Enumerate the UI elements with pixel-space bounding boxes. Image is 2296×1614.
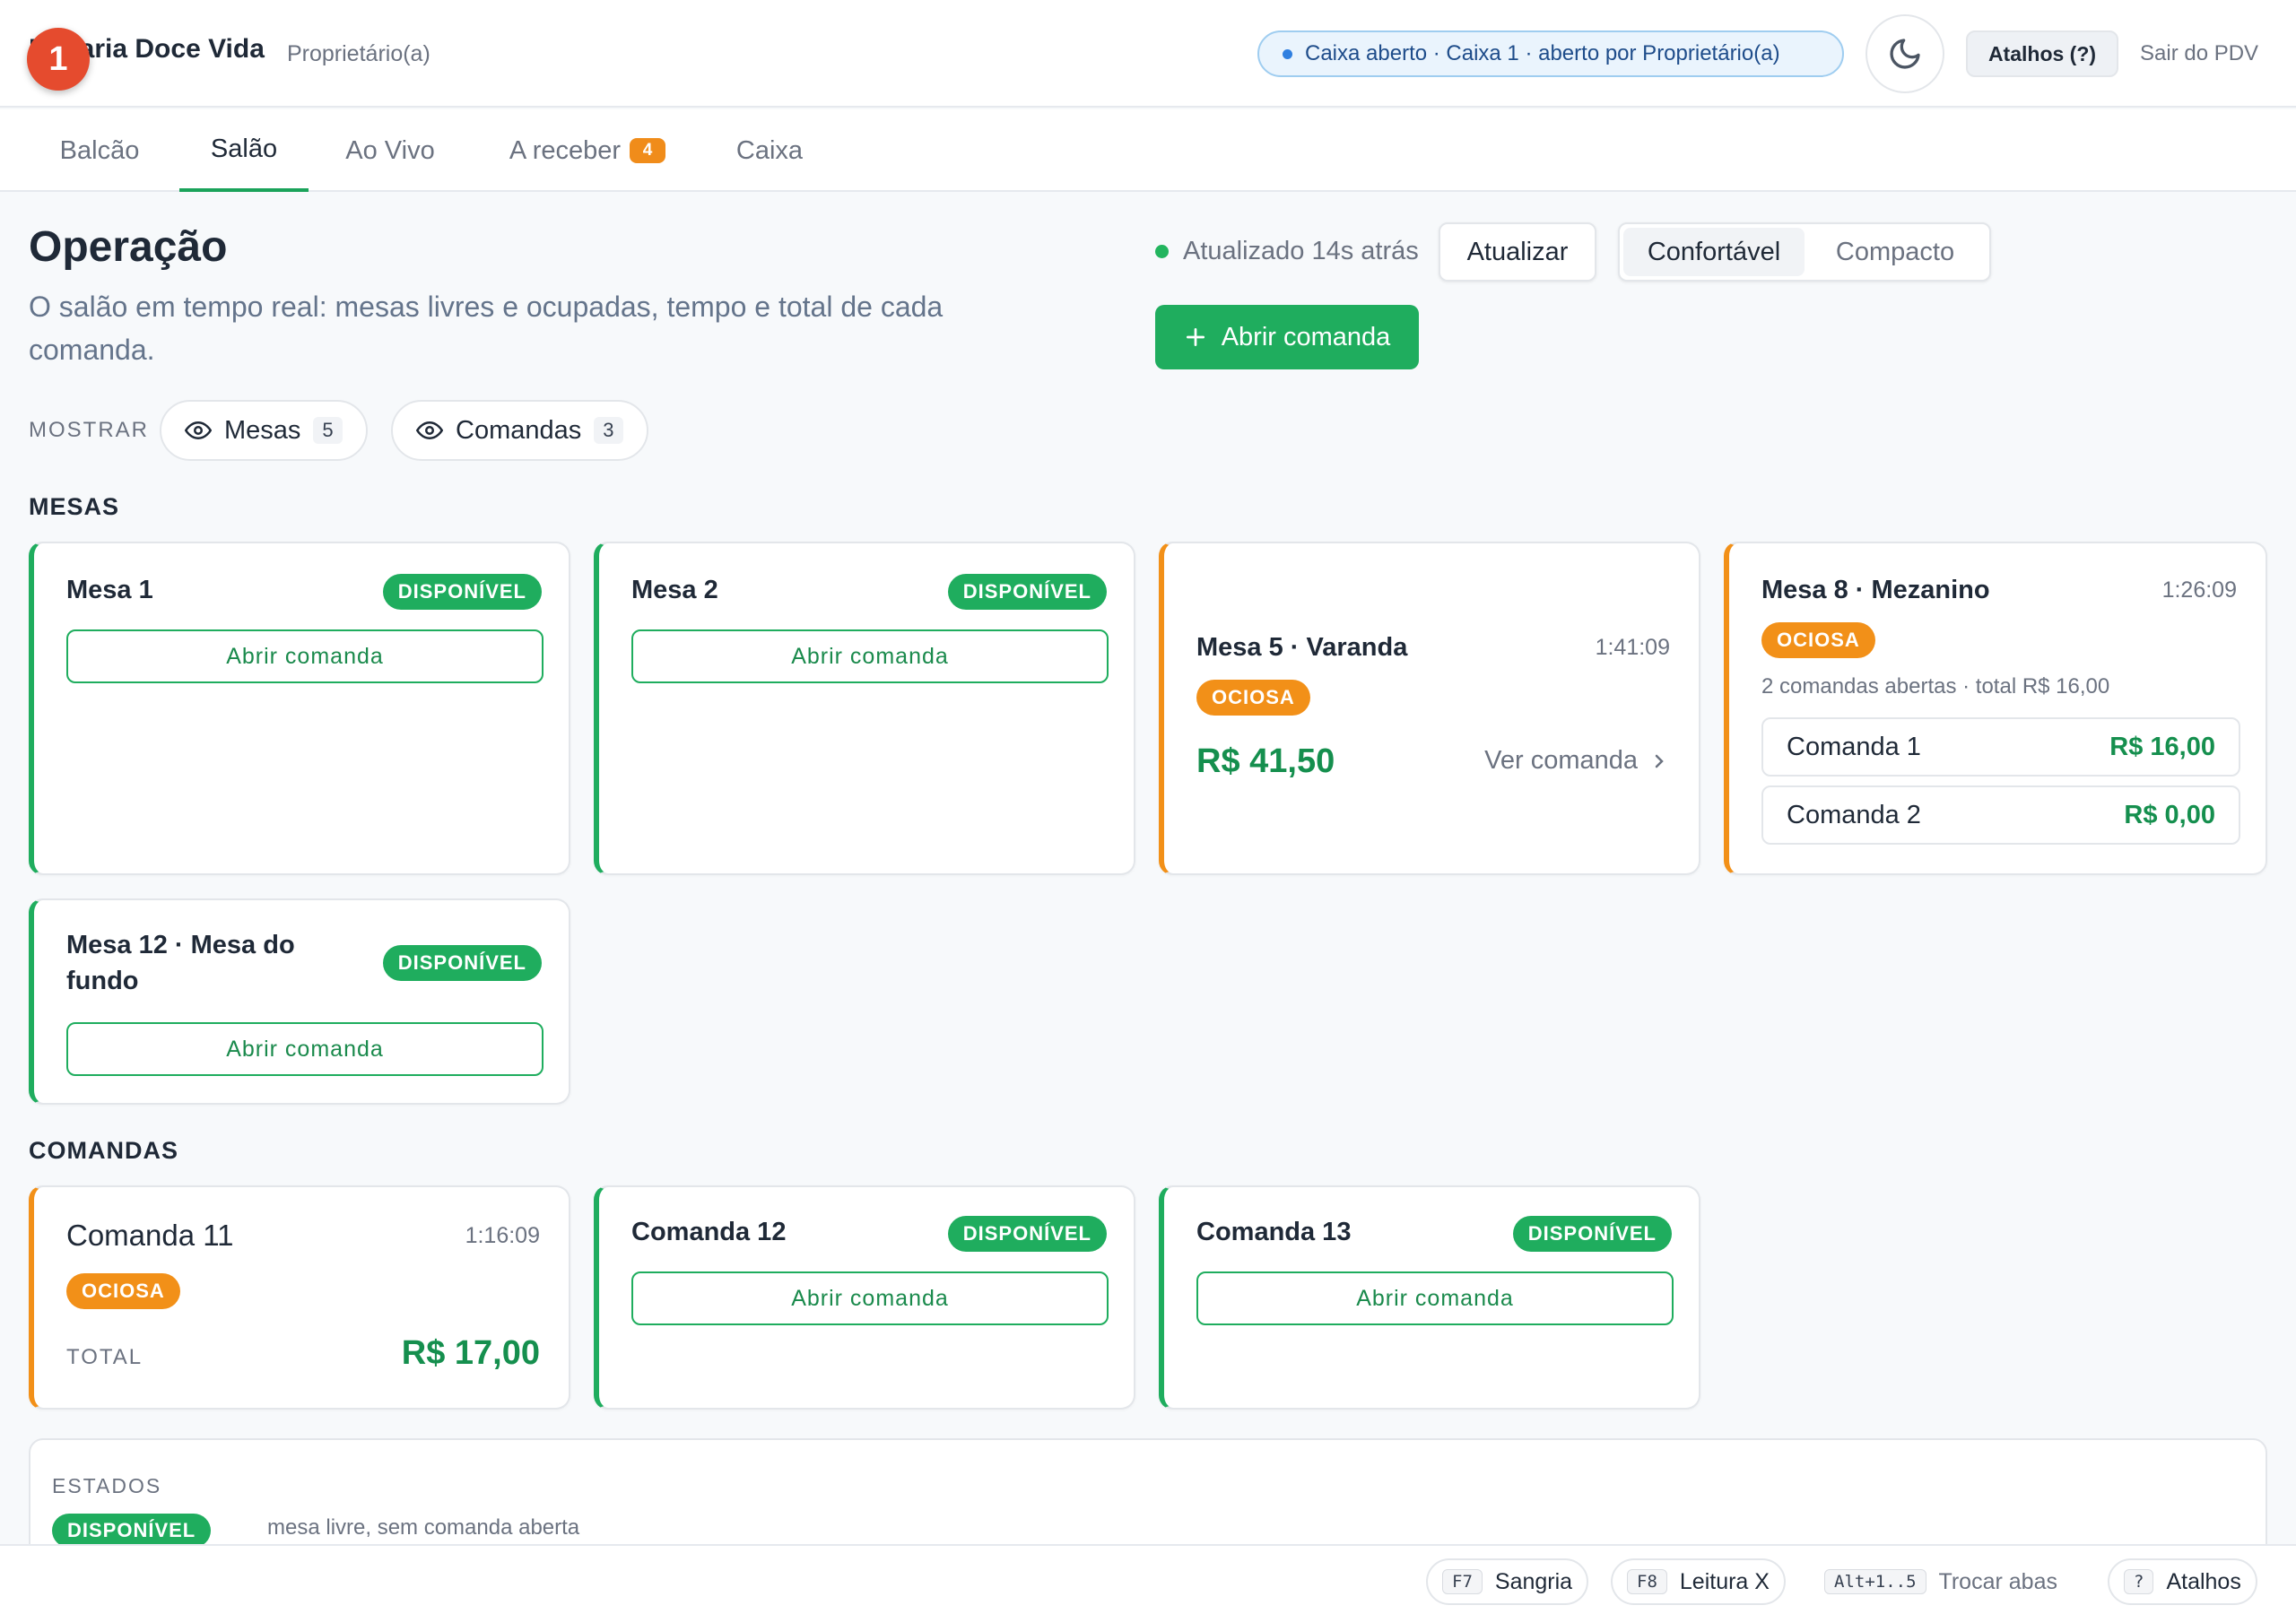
page-title: Operação (29, 223, 228, 271)
status-badge: DISPONÍVEL (1512, 1216, 1672, 1252)
status-badge: OCIOSA (66, 1273, 180, 1309)
plus-icon (1186, 327, 1205, 347)
comanda-total: R$ 17,00 (401, 1334, 540, 1372)
status-badge: DISPONÍVEL (382, 574, 542, 610)
open-comanda-button[interactable]: Abrir comanda (1196, 1271, 1674, 1325)
tab-a-receber[interactable]: A receber 4 (484, 109, 691, 192)
view-comanda-link[interactable]: Ver comanda (1484, 746, 1670, 776)
total-label: TOTAL (66, 1345, 144, 1369)
comanda-title: Comanda 11 (66, 1219, 234, 1252)
filter-comandas-chip[interactable]: Comandas 3 (391, 400, 648, 461)
mesa-card: Mesa 2 DISPONÍVEL Abrir comanda (594, 542, 1135, 875)
tab-caixa[interactable]: Caixa (718, 109, 822, 192)
live-dot-icon (1155, 245, 1169, 258)
elapsed-timer: 1:16:09 (465, 1223, 540, 1248)
main-tabs: Balcão Salão Ao Vivo A receber 4 Caixa (0, 109, 2296, 192)
open-comanda-button[interactable]: Abrir comanda (66, 1022, 544, 1076)
moon-icon (1890, 39, 1920, 69)
open-comanda-button[interactable]: Abrir comanda (631, 1271, 1109, 1325)
comandas-summary: 2 comandas abertas · total R$ 16,00 (1761, 674, 2110, 699)
legend-title: ESTADOS (52, 1474, 162, 1497)
mesa-card: Mesa 12 · Mesa do fundo DISPONÍVEL Abrir… (29, 898, 570, 1105)
mesa-card: Mesa 8 · Mezanino 1:26:09 OCIOSA 2 coman… (1724, 542, 2267, 875)
status-dot-icon (1283, 48, 1292, 59)
tab-ao-vivo[interactable]: Ao Vivo (323, 109, 457, 192)
status-badge: DISPONÍVEL (52, 1514, 212, 1548)
mesas-section-label: MESAS (29, 493, 120, 520)
mesas-count: 5 (313, 417, 343, 444)
elapsed-timer: 1:26:09 (2161, 577, 2237, 603)
switch-tabs-hint: Alt+1..5 Trocar abas (1824, 1558, 2057, 1605)
sub-comanda-row[interactable]: Comanda 2 R$ 0,00 (1761, 785, 2240, 845)
sub-comanda-row[interactable]: Comanda 1 R$ 16,00 (1761, 717, 2240, 777)
mesa-title: Mesa 8 · Mezanino (1761, 576, 1990, 604)
shortcuts-button[interactable]: Atalhos (?) (1966, 30, 2118, 77)
mesa-card[interactable]: Mesa 5 · Varanda 1:41:09 OCIOSA R$ 41,50… (1159, 542, 1700, 875)
atalhos-shortcut-button[interactable]: ? Atalhos (2108, 1558, 2257, 1605)
eye-icon (416, 421, 443, 440)
page-subtitle: O salão em tempo real: mesas livres e oc… (29, 291, 944, 366)
mesa-title: Mesa 12 · Mesa do fundo (66, 931, 295, 995)
density-compact-option[interactable]: Compacto (1805, 228, 1986, 276)
status-badge: DISPONÍVEL (382, 945, 542, 981)
legend-description: mesa livre, sem comanda aberta (267, 1515, 580, 1540)
caixa-status-text: Caixa aberto · Caixa 1 · aberto por Prop… (1305, 41, 1780, 65)
tab-salao[interactable]: Salão (179, 109, 309, 192)
status-badge: DISPONÍVEL (947, 574, 1107, 610)
comanda-card: Comanda 13 DISPONÍVEL Abrir comanda (1159, 1185, 1700, 1410)
comanda-title: Comanda 13 (1196, 1218, 1352, 1246)
comandas-count: 3 (594, 417, 623, 444)
open-comanda-button[interactable]: Abrir comanda (66, 629, 544, 683)
chevron-right-icon (1655, 754, 1664, 768)
open-comanda-button[interactable]: Abrir comanda (1155, 305, 1419, 369)
top-bar: Doçaria Doce Vida Proprietário(a) 1 Caix… (0, 0, 2296, 108)
eye-icon (185, 421, 212, 440)
status-badge: DISPONÍVEL (947, 1216, 1107, 1252)
user-role: Proprietário(a) (287, 41, 430, 66)
shortcut-key: Alt+1..5 (1824, 1569, 1926, 1594)
notification-badge[interactable]: 1 (27, 28, 90, 91)
status-badge: OCIOSA (1196, 680, 1310, 716)
mesa-card: Mesa 1 DISPONÍVEL Abrir comanda (29, 542, 570, 875)
sangria-shortcut-button[interactable]: F7 Sangria (1426, 1558, 1589, 1605)
theme-toggle-button[interactable] (1866, 14, 1944, 93)
comanda-card: Comanda 12 DISPONÍVEL Abrir comanda (594, 1185, 1135, 1410)
tab-balcao[interactable]: Balcão (29, 109, 170, 192)
comandas-section-label: COMANDAS (29, 1137, 178, 1164)
density-comfortable-option[interactable]: Confortável (1623, 228, 1805, 276)
mesa-title: Mesa 2 (631, 576, 718, 604)
receivables-count-badge: 4 (630, 138, 666, 163)
filter-mesas-chip[interactable]: Mesas 5 (160, 400, 368, 461)
status-badge: OCIOSA (1761, 622, 1875, 658)
comanda-title: Comanda 12 (631, 1218, 787, 1246)
comanda-card[interactable]: Comanda 11 1:16:09 OCIOSA TOTAL R$ 17,00 (29, 1185, 570, 1410)
open-comanda-button[interactable]: Abrir comanda (631, 629, 1109, 683)
density-toggle: Confortável Compacto (1618, 222, 1991, 282)
shortcut-key: F7 (1442, 1569, 1483, 1594)
shortcut-bar: F7 Sangria F8 Leitura X Alt+1..5 Trocar … (0, 1544, 2296, 1614)
mesa-title: Mesa 1 (66, 576, 153, 604)
logout-link[interactable]: Sair do PDV (2140, 41, 2258, 66)
mesa-total: R$ 41,50 (1196, 742, 1335, 780)
caixa-status-pill[interactable]: Caixa aberto · Caixa 1 · aberto por Prop… (1257, 30, 1844, 77)
last-updated: Atualizado 14s atrás (1155, 237, 1419, 266)
shortcut-key: ? (2124, 1569, 2154, 1594)
elapsed-timer: 1:41:09 (1595, 635, 1670, 660)
mesa-title: Mesa 5 · Varanda (1196, 633, 1408, 662)
show-label: MOSTRAR (29, 418, 149, 442)
leitura-x-shortcut-button[interactable]: F8 Leitura X (1611, 1558, 1786, 1605)
refresh-button[interactable]: Atualizar (1439, 222, 1596, 282)
shortcut-key: F8 (1627, 1569, 1667, 1594)
